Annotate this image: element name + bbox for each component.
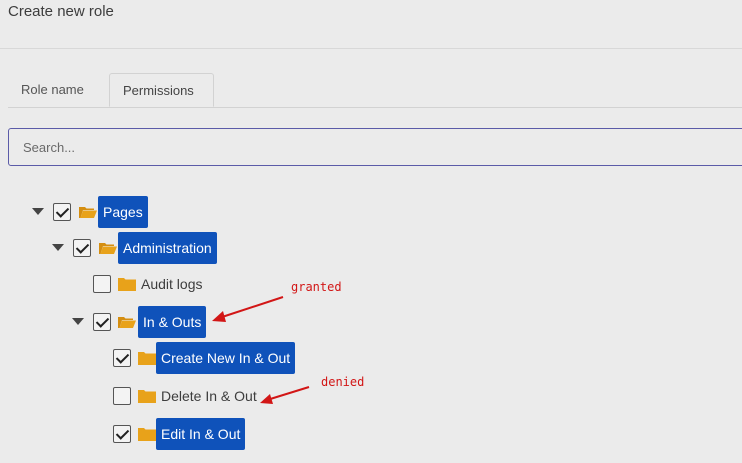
tree-label-pages[interactable]: Pages <box>98 196 148 228</box>
annotation-denied: denied <box>321 375 365 389</box>
checkbox-edit[interactable] <box>113 425 131 443</box>
checkbox-audit-logs[interactable] <box>93 275 111 293</box>
tree-node-delete: Delete In & Out <box>0 381 280 411</box>
tree-label-create-new[interactable]: Create New In & Out <box>156 342 296 374</box>
caret-down-icon[interactable] <box>32 208 44 215</box>
folder-open-icon <box>118 317 136 328</box>
checkbox-create-new[interactable] <box>113 349 131 367</box>
tabs-divider <box>8 107 742 108</box>
annotation-granted: granted <box>291 280 342 294</box>
folder-icon <box>118 278 136 291</box>
arrow-denied-icon <box>260 386 310 404</box>
folder-open-icon <box>99 243 117 254</box>
caret-down-icon[interactable] <box>72 318 84 325</box>
tree-node-audit-logs: Audit logs <box>0 269 240 299</box>
folder-icon <box>138 390 156 403</box>
tree-label-in-outs[interactable]: In & Outs <box>138 306 207 338</box>
tree-node-pages: Pages <box>0 196 200 228</box>
tree-node-edit: Edit In & Out <box>0 418 260 450</box>
caret-down-icon[interactable] <box>52 244 64 251</box>
header-divider <box>0 48 742 49</box>
checkbox-pages[interactable] <box>53 203 71 221</box>
tree-label-administration[interactable]: Administration <box>118 232 217 264</box>
tree-node-in-outs: In & Outs <box>0 306 230 338</box>
folder-icon <box>138 352 156 365</box>
checkbox-administration[interactable] <box>73 239 91 257</box>
tab-permissions[interactable]: Permissions <box>109 73 214 107</box>
folder-open-icon <box>79 207 97 218</box>
folder-icon <box>138 428 156 441</box>
page-title: Create new role <box>8 3 114 20</box>
tree-node-create-new: Create New In & Out <box>0 342 320 374</box>
tab-role-name[interactable]: Role name <box>8 73 108 107</box>
search-input[interactable] <box>8 128 742 166</box>
tree-label-edit[interactable]: Edit In & Out <box>156 418 246 450</box>
tree-node-administration: Administration <box>0 232 260 264</box>
checkbox-in-outs[interactable] <box>93 313 111 331</box>
tree-label-delete[interactable]: Delete In & Out <box>157 380 261 412</box>
arrow-granted-icon <box>212 296 284 322</box>
checkbox-delete[interactable] <box>113 387 131 405</box>
tree-label-audit-logs[interactable]: Audit logs <box>137 268 206 300</box>
